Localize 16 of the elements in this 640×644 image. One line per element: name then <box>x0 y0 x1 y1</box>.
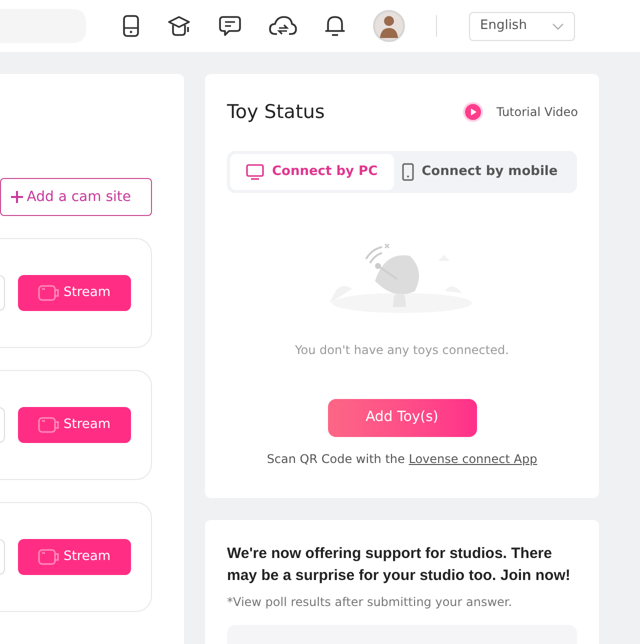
tutorial-video-link[interactable]: Tutorial Video <box>496 103 578 122</box>
language-select[interactable]: English <box>469 12 575 40</box>
connection-tab[interactable]: Connect by PC <box>230 154 394 190</box>
stream-button[interactable]: Stream <box>18 407 131 443</box>
add-cam-site-button[interactable]: Add a cam site <box>0 178 152 216</box>
poll-note: *View poll results after submitting your answer. <box>227 594 514 611</box>
stream-button[interactable]: Stream <box>18 275 131 311</box>
empty-message: You don't have any toys connected. <box>294 342 510 358</box>
app-link[interactable]: Lovense connect App <box>408 452 538 466</box>
add-toys-button[interactable]: Add Toy(s) <box>328 398 476 436</box>
stream-button[interactable]: Stream <box>18 539 131 575</box>
connection-tab[interactable]: Connect by mobile <box>394 154 566 190</box>
card-title: Toy Status <box>227 100 325 125</box>
promo-heading: We're now offering support for studios. There may be a surprise for your studio too. Join now! <box>227 544 572 586</box>
scan-instruction: Scan QR Code with the Lovense connect App <box>266 450 538 468</box>
language-value: English <box>480 17 527 36</box>
